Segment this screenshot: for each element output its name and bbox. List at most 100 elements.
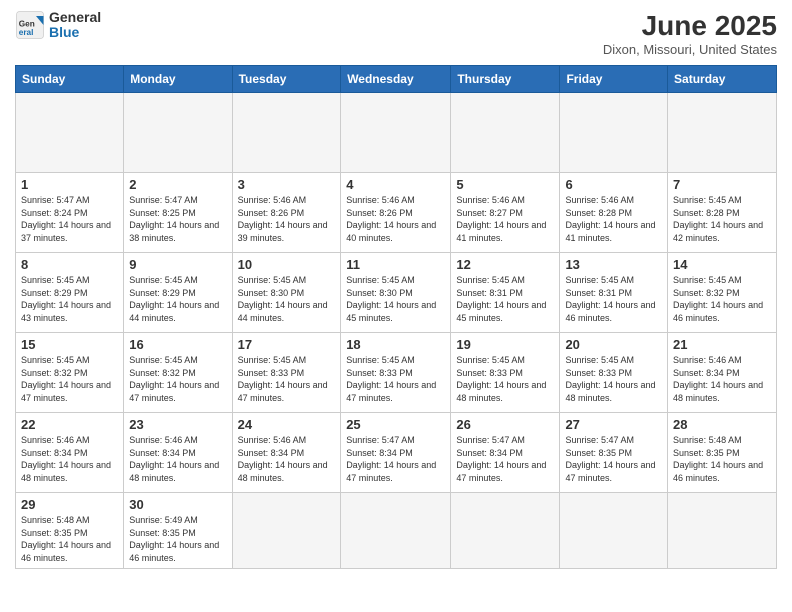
calendar-cell (232, 93, 341, 173)
day-number: 15 (21, 337, 118, 352)
calendar-cell (451, 93, 560, 173)
calendar-cell: 2 Sunrise: 5:47 AM Sunset: 8:25 PM Dayli… (124, 173, 232, 253)
day-number: 11 (346, 257, 445, 272)
day-info: Sunrise: 5:46 AM Sunset: 8:34 PM Dayligh… (238, 434, 336, 484)
calendar-cell (16, 93, 124, 173)
day-number: 10 (238, 257, 336, 272)
calendar-cell (232, 493, 341, 569)
day-number: 3 (238, 177, 336, 192)
calendar-cell: 13 Sunrise: 5:45 AM Sunset: 8:31 PM Dayl… (560, 253, 668, 333)
calendar-cell: 5 Sunrise: 5:46 AM Sunset: 8:27 PM Dayli… (451, 173, 560, 253)
calendar-cell: 10 Sunrise: 5:45 AM Sunset: 8:30 PM Dayl… (232, 253, 341, 333)
page-container: Gen eral General Blue June 2025 Dixon, M… (0, 0, 792, 579)
day-info: Sunrise: 5:45 AM Sunset: 8:32 PM Dayligh… (673, 274, 771, 324)
day-info: Sunrise: 5:46 AM Sunset: 8:34 PM Dayligh… (21, 434, 118, 484)
calendar: Sunday Monday Tuesday Wednesday Thursday… (15, 65, 777, 569)
calendar-cell: 24 Sunrise: 5:46 AM Sunset: 8:34 PM Dayl… (232, 413, 341, 493)
svg-text:eral: eral (19, 28, 34, 37)
day-info: Sunrise: 5:47 AM Sunset: 8:34 PM Dayligh… (456, 434, 554, 484)
calendar-cell: 30 Sunrise: 5:49 AM Sunset: 8:35 PM Dayl… (124, 493, 232, 569)
day-info: Sunrise: 5:45 AM Sunset: 8:30 PM Dayligh… (346, 274, 445, 324)
calendar-cell: 16 Sunrise: 5:45 AM Sunset: 8:32 PM Dayl… (124, 333, 232, 413)
day-info: Sunrise: 5:45 AM Sunset: 8:33 PM Dayligh… (456, 354, 554, 404)
day-number: 27 (565, 417, 662, 432)
day-info: Sunrise: 5:46 AM Sunset: 8:34 PM Dayligh… (673, 354, 771, 404)
day-info: Sunrise: 5:46 AM Sunset: 8:34 PM Dayligh… (129, 434, 226, 484)
calendar-cell (668, 493, 777, 569)
day-number: 14 (673, 257, 771, 272)
col-thursday: Thursday (451, 66, 560, 93)
day-number: 20 (565, 337, 662, 352)
day-number: 9 (129, 257, 226, 272)
day-info: Sunrise: 5:46 AM Sunset: 8:26 PM Dayligh… (346, 194, 445, 244)
day-number: 1 (21, 177, 118, 192)
day-number: 28 (673, 417, 771, 432)
day-info: Sunrise: 5:45 AM Sunset: 8:29 PM Dayligh… (21, 274, 118, 324)
logo-general-text: General (49, 10, 101, 25)
calendar-cell: 23 Sunrise: 5:46 AM Sunset: 8:34 PM Dayl… (124, 413, 232, 493)
calendar-cell: 25 Sunrise: 5:47 AM Sunset: 8:34 PM Dayl… (341, 413, 451, 493)
col-monday: Monday (124, 66, 232, 93)
logo-blue-text: Blue (49, 25, 101, 40)
calendar-cell: 28 Sunrise: 5:48 AM Sunset: 8:35 PM Dayl… (668, 413, 777, 493)
day-info: Sunrise: 5:45 AM Sunset: 8:32 PM Dayligh… (129, 354, 226, 404)
month-title: June 2025 (603, 10, 777, 42)
day-info: Sunrise: 5:46 AM Sunset: 8:27 PM Dayligh… (456, 194, 554, 244)
day-number: 12 (456, 257, 554, 272)
day-number: 8 (21, 257, 118, 272)
day-number: 25 (346, 417, 445, 432)
day-info: Sunrise: 5:47 AM Sunset: 8:34 PM Dayligh… (346, 434, 445, 484)
day-info: Sunrise: 5:46 AM Sunset: 8:28 PM Dayligh… (565, 194, 662, 244)
day-info: Sunrise: 5:48 AM Sunset: 8:35 PM Dayligh… (21, 514, 118, 564)
day-info: Sunrise: 5:45 AM Sunset: 8:31 PM Dayligh… (565, 274, 662, 324)
calendar-cell: 18 Sunrise: 5:45 AM Sunset: 8:33 PM Dayl… (341, 333, 451, 413)
calendar-cell: 19 Sunrise: 5:45 AM Sunset: 8:33 PM Dayl… (451, 333, 560, 413)
day-number: 17 (238, 337, 336, 352)
logo-text: General Blue (49, 10, 101, 41)
day-number: 13 (565, 257, 662, 272)
day-number: 26 (456, 417, 554, 432)
calendar-cell: 14 Sunrise: 5:45 AM Sunset: 8:32 PM Dayl… (668, 253, 777, 333)
calendar-cell: 29 Sunrise: 5:48 AM Sunset: 8:35 PM Dayl… (16, 493, 124, 569)
calendar-cell: 21 Sunrise: 5:46 AM Sunset: 8:34 PM Dayl… (668, 333, 777, 413)
day-number: 24 (238, 417, 336, 432)
col-tuesday: Tuesday (232, 66, 341, 93)
day-number: 6 (565, 177, 662, 192)
day-info: Sunrise: 5:48 AM Sunset: 8:35 PM Dayligh… (673, 434, 771, 484)
calendar-cell (560, 93, 668, 173)
day-number: 16 (129, 337, 226, 352)
day-info: Sunrise: 5:45 AM Sunset: 8:32 PM Dayligh… (21, 354, 118, 404)
day-info: Sunrise: 5:45 AM Sunset: 8:33 PM Dayligh… (346, 354, 445, 404)
calendar-cell (668, 93, 777, 173)
calendar-cell (124, 93, 232, 173)
day-info: Sunrise: 5:45 AM Sunset: 8:30 PM Dayligh… (238, 274, 336, 324)
col-saturday: Saturday (668, 66, 777, 93)
calendar-cell: 1 Sunrise: 5:47 AM Sunset: 8:24 PM Dayli… (16, 173, 124, 253)
calendar-cell: 11 Sunrise: 5:45 AM Sunset: 8:30 PM Dayl… (341, 253, 451, 333)
calendar-cell (451, 493, 560, 569)
calendar-cell (341, 493, 451, 569)
day-number: 4 (346, 177, 445, 192)
calendar-cell (560, 493, 668, 569)
col-sunday: Sunday (16, 66, 124, 93)
logo-icon: Gen eral (15, 10, 45, 40)
day-number: 7 (673, 177, 771, 192)
day-number: 30 (129, 497, 226, 512)
day-info: Sunrise: 5:45 AM Sunset: 8:29 PM Dayligh… (129, 274, 226, 324)
day-info: Sunrise: 5:47 AM Sunset: 8:24 PM Dayligh… (21, 194, 118, 244)
day-info: Sunrise: 5:45 AM Sunset: 8:33 PM Dayligh… (238, 354, 336, 404)
location: Dixon, Missouri, United States (603, 42, 777, 57)
calendar-cell: 7 Sunrise: 5:45 AM Sunset: 8:28 PM Dayli… (668, 173, 777, 253)
day-info: Sunrise: 5:45 AM Sunset: 8:31 PM Dayligh… (456, 274, 554, 324)
calendar-cell: 17 Sunrise: 5:45 AM Sunset: 8:33 PM Dayl… (232, 333, 341, 413)
calendar-cell: 6 Sunrise: 5:46 AM Sunset: 8:28 PM Dayli… (560, 173, 668, 253)
calendar-cell: 20 Sunrise: 5:45 AM Sunset: 8:33 PM Dayl… (560, 333, 668, 413)
col-friday: Friday (560, 66, 668, 93)
calendar-cell: 12 Sunrise: 5:45 AM Sunset: 8:31 PM Dayl… (451, 253, 560, 333)
day-number: 18 (346, 337, 445, 352)
calendar-cell: 4 Sunrise: 5:46 AM Sunset: 8:26 PM Dayli… (341, 173, 451, 253)
header: Gen eral General Blue June 2025 Dixon, M… (15, 10, 777, 57)
day-info: Sunrise: 5:47 AM Sunset: 8:25 PM Dayligh… (129, 194, 226, 244)
calendar-cell: 26 Sunrise: 5:47 AM Sunset: 8:34 PM Dayl… (451, 413, 560, 493)
day-info: Sunrise: 5:46 AM Sunset: 8:26 PM Dayligh… (238, 194, 336, 244)
